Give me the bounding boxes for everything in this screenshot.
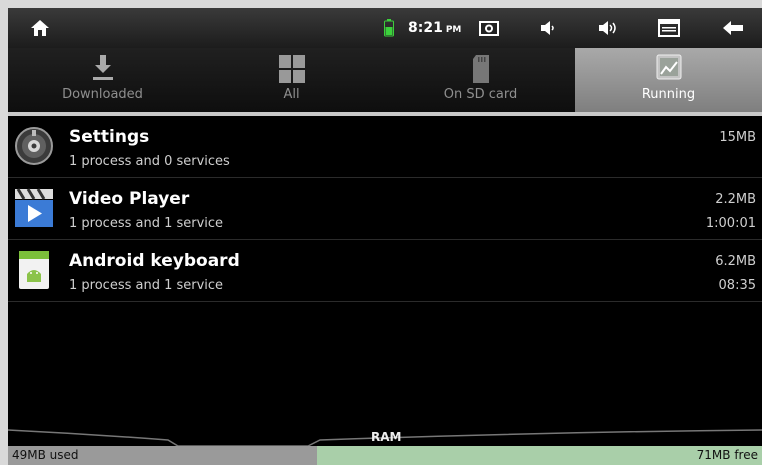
android-keyboard-icon	[14, 250, 54, 290]
ram-label: RAM	[371, 430, 402, 444]
app-name: Settings	[69, 127, 150, 147]
volume-down-icon[interactable]	[540, 18, 558, 38]
ram-free-segment	[317, 446, 762, 465]
app-memory-size: 15MB	[719, 130, 756, 145]
tab-label: All	[283, 87, 300, 102]
back-icon[interactable]	[722, 18, 744, 38]
app-running-time: 1:00:01	[705, 216, 756, 231]
screenshot-icon[interactable]	[478, 18, 500, 38]
video-player-icon	[14, 188, 54, 228]
tab-bar: Downloaded All On SD card Running	[8, 48, 762, 116]
list-item[interactable]: Settings 1 process and 0 services 15MB	[8, 116, 762, 178]
ram-free-label: 71MB free	[696, 448, 758, 462]
grid-icon	[278, 54, 306, 88]
tab-sd-card[interactable]: On SD card	[386, 48, 576, 112]
list-item[interactable]: Video Player 1 process and 1 service 2.2…	[8, 178, 762, 240]
tab-label: On SD card	[443, 87, 518, 102]
app-memory-size: 6.2MB	[715, 254, 756, 269]
app-process-info: 1 process and 0 services	[69, 154, 230, 169]
sdcard-icon	[472, 54, 490, 88]
ram-usage-bar: 49MB used 71MB free	[8, 446, 762, 465]
clock-ampm: PM	[445, 25, 462, 35]
running-app-list: Settings 1 process and 0 services 15MB V…	[8, 116, 762, 302]
clock-time: 8:21	[408, 20, 443, 36]
volume-up-icon[interactable]	[598, 18, 620, 38]
list-item[interactable]: Android keyboard 1 process and 1 service…	[8, 240, 762, 302]
app-memory-size: 2.2MB	[715, 192, 756, 207]
tab-downloaded[interactable]: Downloaded	[8, 48, 198, 112]
app-name: Android keyboard	[69, 251, 240, 271]
home-icon[interactable]	[30, 18, 50, 38]
download-icon	[91, 54, 115, 86]
battery-icon	[384, 18, 394, 38]
settings-icon	[14, 126, 54, 166]
menu-icon[interactable]	[658, 18, 680, 38]
app-process-info: 1 process and 1 service	[69, 278, 224, 293]
running-icon	[656, 54, 682, 84]
tab-label: Running	[641, 87, 696, 102]
tab-running[interactable]: Running	[575, 48, 762, 112]
tab-label: Downloaded	[62, 87, 143, 102]
tab-all[interactable]: All	[197, 48, 387, 112]
app-name: Video Player	[69, 189, 190, 209]
clock: 8:21 PM	[408, 20, 461, 36]
app-running-time: 08:35	[718, 278, 756, 293]
app-process-info: 1 process and 1 service	[69, 216, 224, 231]
status-bar: 8:21 PM	[8, 8, 762, 48]
screen: 8:21 PM Downloaded All On SD card Runnin…	[8, 8, 762, 465]
ram-used-label: 49MB used	[12, 448, 79, 462]
